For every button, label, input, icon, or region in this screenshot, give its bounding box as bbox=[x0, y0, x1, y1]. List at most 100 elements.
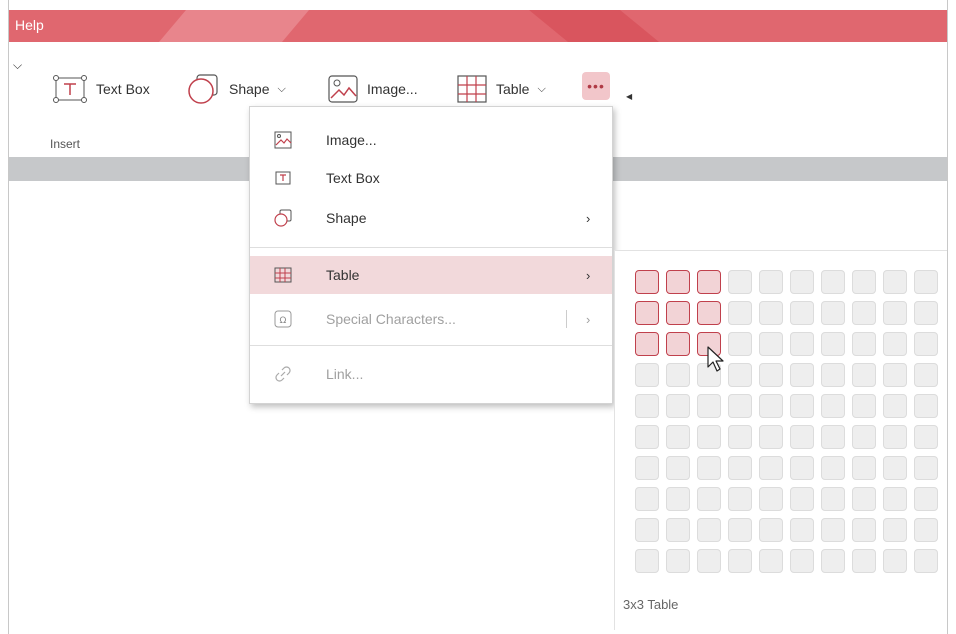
table-grid-cell[interactable] bbox=[635, 270, 659, 294]
table-grid-cell[interactable] bbox=[759, 270, 783, 294]
table-grid-cell[interactable] bbox=[666, 518, 690, 542]
table-grid-cell[interactable] bbox=[666, 425, 690, 449]
table-grid-cell[interactable] bbox=[821, 456, 845, 480]
table-grid-cell[interactable] bbox=[759, 518, 783, 542]
table-grid-cell[interactable] bbox=[821, 549, 845, 573]
table-grid-cell[interactable] bbox=[790, 363, 814, 387]
table-grid-cell[interactable] bbox=[852, 332, 876, 356]
table-grid-cell[interactable] bbox=[821, 394, 845, 418]
table-grid-cell[interactable] bbox=[697, 487, 721, 511]
table-grid-cell[interactable] bbox=[697, 518, 721, 542]
table-grid-cell[interactable] bbox=[821, 487, 845, 511]
table-grid-cell[interactable] bbox=[728, 456, 752, 480]
table-grid-cell[interactable] bbox=[914, 487, 938, 511]
table-grid-cell[interactable] bbox=[883, 363, 907, 387]
table-grid-cell[interactable] bbox=[759, 394, 783, 418]
table-grid-cell[interactable] bbox=[635, 487, 659, 511]
table-grid-cell[interactable] bbox=[697, 394, 721, 418]
table-grid-cell[interactable] bbox=[728, 270, 752, 294]
table-grid-cell[interactable] bbox=[759, 425, 783, 449]
table-grid-cell[interactable] bbox=[821, 518, 845, 542]
table-grid-cell[interactable] bbox=[759, 549, 783, 573]
table-grid-cell[interactable] bbox=[635, 394, 659, 418]
menu-item-link[interactable]: Link... bbox=[250, 355, 612, 393]
table-grid-cell[interactable] bbox=[635, 456, 659, 480]
table-dropdown-chevron-icon[interactable]: ⌵ bbox=[537, 83, 545, 96]
menu-item-image[interactable]: Image... bbox=[250, 121, 612, 159]
table-grid-cell[interactable] bbox=[728, 301, 752, 325]
table-grid-cell[interactable] bbox=[852, 456, 876, 480]
table-grid-cell[interactable] bbox=[666, 270, 690, 294]
table-grid-cell[interactable] bbox=[666, 332, 690, 356]
table-grid-cell[interactable] bbox=[728, 394, 752, 418]
table-grid-cell[interactable] bbox=[697, 270, 721, 294]
table-grid-cell[interactable] bbox=[821, 425, 845, 449]
table-grid-cell[interactable] bbox=[883, 270, 907, 294]
table-grid-cell[interactable] bbox=[852, 518, 876, 542]
table-grid-cell[interactable] bbox=[883, 332, 907, 356]
table-grid-cell[interactable] bbox=[852, 301, 876, 325]
table-grid-cell[interactable] bbox=[728, 549, 752, 573]
table-grid-cell[interactable] bbox=[914, 394, 938, 418]
table-grid-cell[interactable] bbox=[790, 518, 814, 542]
menu-item-table[interactable]: Table › bbox=[250, 256, 612, 294]
more-button[interactable]: ••• bbox=[582, 72, 610, 100]
table-grid-cell[interactable] bbox=[759, 456, 783, 480]
table-grid-cell[interactable] bbox=[759, 332, 783, 356]
table-grid-cell[interactable] bbox=[821, 301, 845, 325]
table-grid-cell[interactable] bbox=[728, 518, 752, 542]
table-grid-cell[interactable] bbox=[635, 301, 659, 325]
table-grid-cell[interactable] bbox=[790, 332, 814, 356]
table-grid-cell[interactable] bbox=[790, 487, 814, 511]
menu-item-shape[interactable]: Shape › bbox=[250, 199, 612, 237]
shape-dropdown-chevron-icon[interactable]: ⌵ bbox=[277, 83, 285, 96]
table-grid-cell[interactable] bbox=[821, 270, 845, 294]
table-grid-cell[interactable] bbox=[852, 487, 876, 511]
table-grid-cell[interactable] bbox=[666, 363, 690, 387]
table-grid-cell[interactable] bbox=[852, 363, 876, 387]
table-grid-cell[interactable] bbox=[852, 425, 876, 449]
table-grid-cell[interactable] bbox=[666, 456, 690, 480]
table-grid-cell[interactable] bbox=[914, 425, 938, 449]
table-grid-cell[interactable] bbox=[883, 549, 907, 573]
table-grid-cell[interactable] bbox=[790, 549, 814, 573]
table-grid-cell[interactable] bbox=[821, 332, 845, 356]
ribbon-scroll-arrow-icon[interactable]: ◀ bbox=[626, 92, 632, 101]
table-grid-cell[interactable] bbox=[852, 549, 876, 573]
table-grid-cell[interactable] bbox=[635, 518, 659, 542]
table-grid-cell[interactable] bbox=[852, 394, 876, 418]
table-grid-cell[interactable] bbox=[790, 270, 814, 294]
table-button[interactable]: Table ⌵ bbox=[456, 72, 546, 106]
table-grid-cell[interactable] bbox=[728, 363, 752, 387]
table-grid-cell[interactable] bbox=[728, 487, 752, 511]
table-grid-cell[interactable] bbox=[635, 425, 659, 449]
table-grid-cell[interactable] bbox=[697, 301, 721, 325]
menu-help[interactable]: Help bbox=[15, 17, 44, 33]
table-grid-cell[interactable] bbox=[635, 363, 659, 387]
table-grid-cell[interactable] bbox=[635, 332, 659, 356]
table-grid-cell[interactable] bbox=[790, 456, 814, 480]
table-grid-cell[interactable] bbox=[821, 363, 845, 387]
table-grid-cell[interactable] bbox=[635, 549, 659, 573]
ribbon-collapse-chevron-icon[interactable]: ⌵ bbox=[13, 58, 22, 73]
table-grid-cell[interactable] bbox=[666, 487, 690, 511]
table-grid-cell[interactable] bbox=[914, 518, 938, 542]
table-grid-cell[interactable] bbox=[914, 270, 938, 294]
table-grid-cell[interactable] bbox=[666, 394, 690, 418]
table-grid-cell[interactable] bbox=[883, 518, 907, 542]
table-grid-cell[interactable] bbox=[759, 363, 783, 387]
table-grid-cell[interactable] bbox=[790, 394, 814, 418]
table-grid-cell[interactable] bbox=[697, 425, 721, 449]
table-grid-cell[interactable] bbox=[666, 301, 690, 325]
image-button[interactable]: Image... bbox=[327, 72, 418, 106]
table-grid-cell[interactable] bbox=[697, 549, 721, 573]
table-grid-cell[interactable] bbox=[759, 487, 783, 511]
table-grid-cell[interactable] bbox=[790, 301, 814, 325]
table-grid-cell[interactable] bbox=[759, 301, 783, 325]
table-grid-cell[interactable] bbox=[883, 301, 907, 325]
menu-item-text-box[interactable]: Text Box bbox=[250, 159, 612, 197]
table-grid-cell[interactable] bbox=[666, 549, 690, 573]
table-grid-cell[interactable] bbox=[883, 456, 907, 480]
table-grid-cell[interactable] bbox=[852, 270, 876, 294]
table-grid-cell[interactable] bbox=[790, 425, 814, 449]
